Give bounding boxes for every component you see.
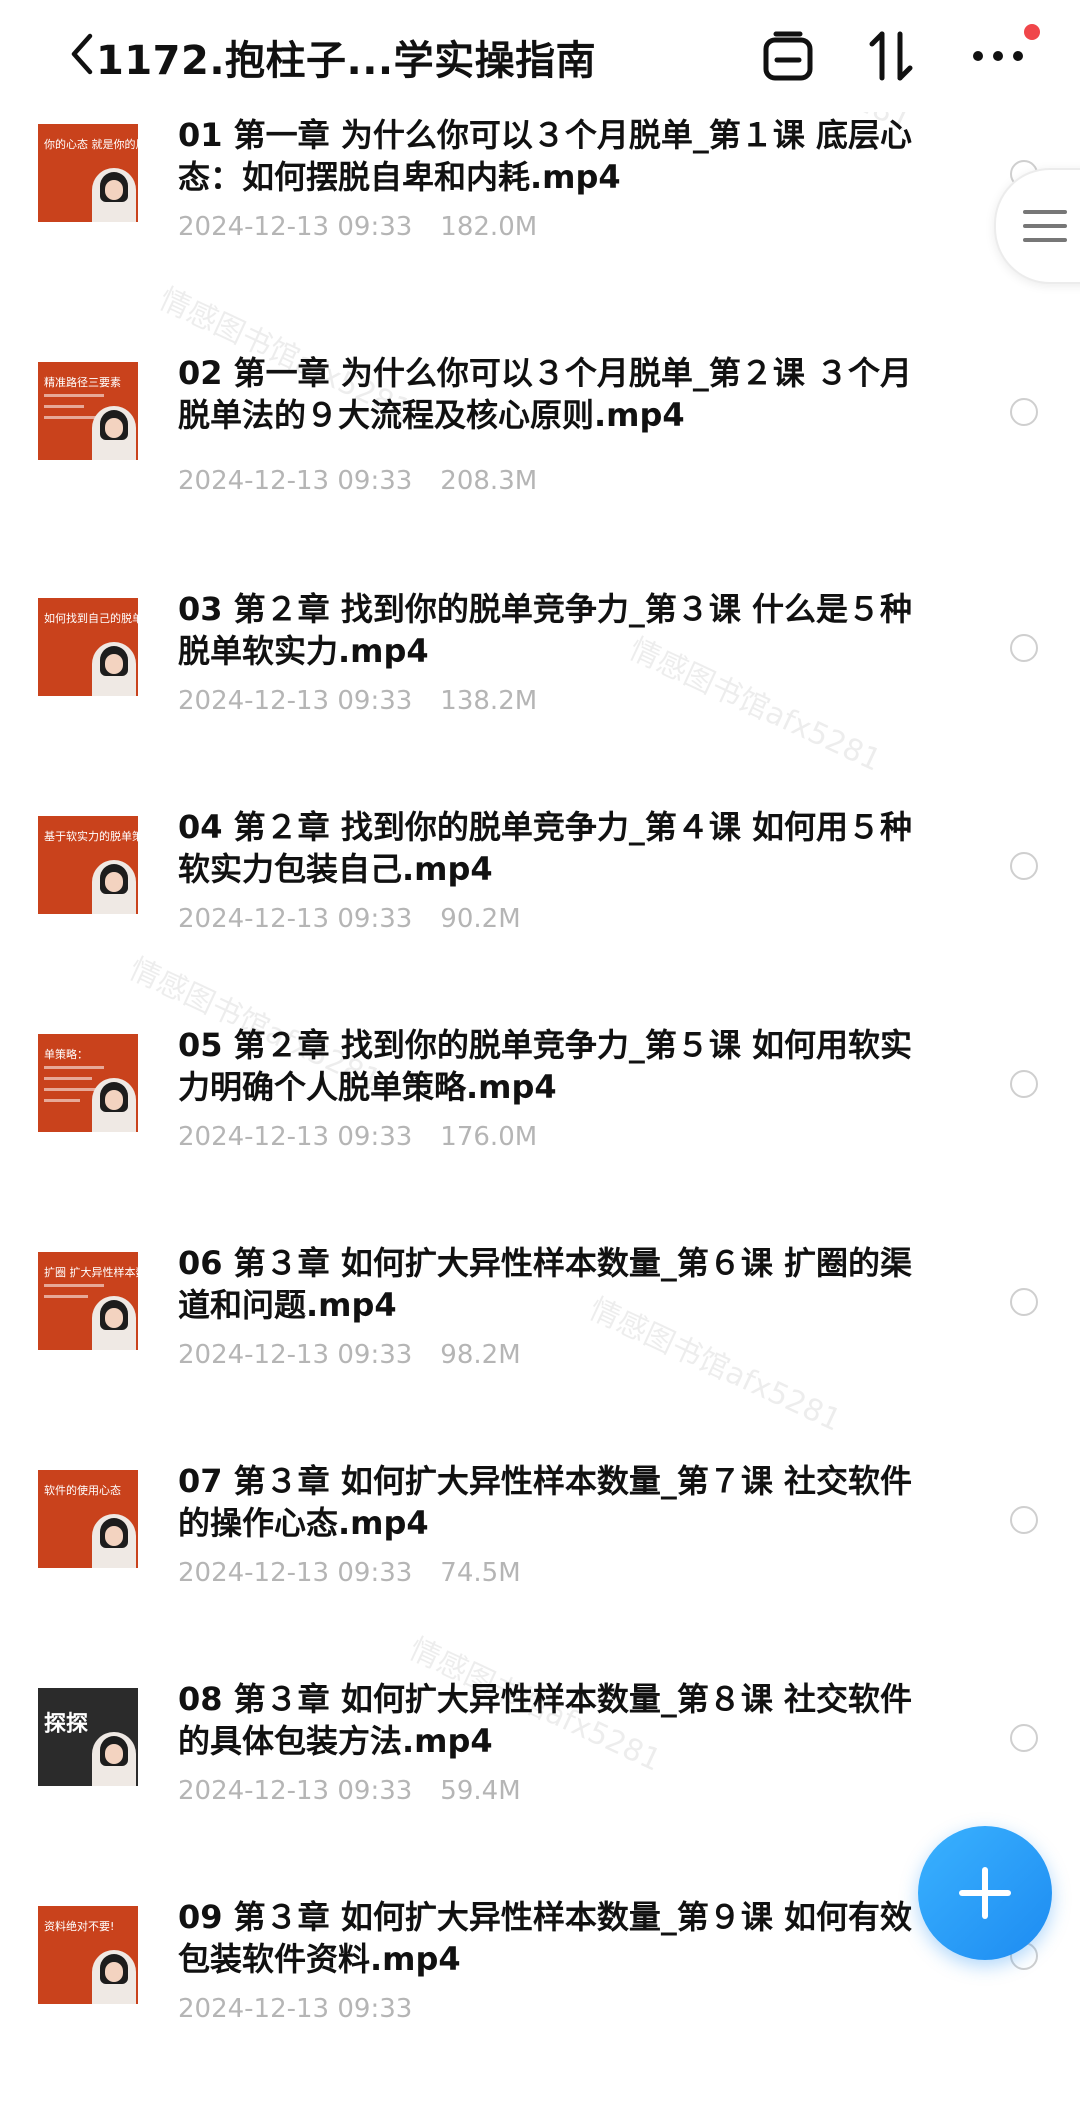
list-item[interactable]: 资料绝对不要! 09 第３章 如何扩大异性样本数量_第９课 如何有效包装软件资料…	[0, 1894, 1080, 2112]
page-title: 1172.抱柱子...学实操指南	[96, 38, 597, 84]
select-radio[interactable]	[1010, 1070, 1038, 1098]
chevron-left-icon[interactable]	[66, 30, 98, 78]
file-meta: 2024-12-13 09:33 98.2M	[178, 1340, 521, 1370]
list-item[interactable]: 你的心态 就是你的风水 01 第一章 为什么你可以３个月脱单_第１课 底层心态：…	[0, 112, 1080, 330]
plus-icon	[959, 1867, 1011, 1919]
file-name: 02 第一章 为什么你可以３个月脱单_第２课 ３个月脱单法的９大流程及核心原则.…	[178, 354, 912, 434]
thumbnail-caption: 探探	[44, 1712, 89, 1737]
thumbnail-caption: 软件的使用心态	[44, 1484, 121, 1497]
file-date: 2024-12-13 09:33	[178, 1776, 413, 1806]
thumbnail-caption: 精准路径三要素	[44, 376, 121, 389]
thumbnail-caption: 如何找到自己的脱单	[44, 612, 138, 625]
file-name: 09 第３章 如何扩大异性样本数量_第９课 如何有效包装软件资料.mp4	[178, 1898, 912, 1978]
video-thumbnail: 扩圈 扩大异性样本数量	[38, 1252, 138, 1350]
list-item[interactable]: 探探 08 第３章 如何扩大异性样本数量_第８课 社交软件的具体包装方法.mp4…	[0, 1676, 1080, 1894]
list-item[interactable]: 基于软实力的脱单策略 04 第２章 找到你的脱单竞争力_第４课 如何用５种软实力…	[0, 804, 1080, 1022]
file-date: 2024-12-13 09:33	[178, 686, 413, 716]
file-size: 98.2M	[440, 1340, 521, 1370]
video-thumbnail: 探探	[38, 1688, 138, 1786]
file-name: 01 第一章 为什么你可以３个月脱单_第１课 底层心态：如何摆脱自卑和内耗.mp…	[178, 116, 912, 196]
list-item[interactable]: 如何找到自己的脱单 03 第２章 找到你的脱单竞争力_第３课 什么是５种脱单软实…	[0, 586, 1080, 804]
thumbnail-caption: 扩圈 扩大异性样本数量	[44, 1266, 138, 1279]
list-item[interactable]: 扩圈 扩大异性样本数量 06 第３章 如何扩大异性样本数量_第６课 扩圈的渠道和…	[0, 1240, 1080, 1458]
presenter-avatar	[92, 1078, 136, 1132]
file-size: 59.4M	[440, 1776, 521, 1806]
file-size: 138.2M	[440, 686, 538, 716]
notification-dot	[1024, 24, 1040, 40]
presenter-avatar	[92, 1732, 136, 1786]
select-radio[interactable]	[1010, 1288, 1038, 1316]
file-date: 2024-12-13 09:33	[178, 212, 413, 242]
file-meta: 2024-12-13 09:33	[178, 1994, 440, 2024]
file-name: 05 第２章 找到你的脱单竞争力_第５课 如何用软实力明确个人脱单策略.mp4	[178, 1026, 912, 1106]
file-meta: 2024-12-13 09:33 182.0M	[178, 212, 537, 242]
list-item[interactable]: 单策略： 05 第２章 找到你的脱单竞争力_第５课 如何用软实力明确个人脱单策略…	[0, 1022, 1080, 1240]
video-thumbnail: 软件的使用心态	[38, 1470, 138, 1568]
list-item[interactable]: 软件的使用心态 07 第３章 如何扩大异性样本数量_第７课 社交软件的操作心态.…	[0, 1458, 1080, 1676]
clipboard-icon[interactable]	[760, 28, 816, 84]
file-meta: 2024-12-13 09:33 59.4M	[178, 1776, 521, 1806]
file-meta: 2024-12-13 09:33 208.3M	[178, 466, 537, 496]
select-radio[interactable]	[1010, 1506, 1038, 1534]
file-name: 06 第３章 如何扩大异性样本数量_第６课 扩圈的渠道和问题.mp4	[178, 1244, 912, 1324]
file-meta: 2024-12-13 09:33 90.2M	[178, 904, 521, 934]
file-size: 90.2M	[440, 904, 521, 934]
file-meta: 2024-12-13 09:33 176.0M	[178, 1122, 537, 1152]
file-name: 08 第３章 如何扩大异性样本数量_第８课 社交软件的具体包装方法.mp4	[178, 1680, 912, 1760]
file-name: 07 第３章 如何扩大异性样本数量_第７课 社交软件的操作心态.mp4	[178, 1462, 912, 1542]
presenter-avatar	[92, 1514, 136, 1568]
sort-arrows-icon[interactable]	[864, 28, 920, 84]
video-thumbnail: 精准路径三要素	[38, 362, 138, 460]
file-name: 03 第２章 找到你的脱单竞争力_第３课 什么是５种脱单软实力.mp4	[178, 590, 912, 670]
select-radio[interactable]	[1010, 1724, 1038, 1752]
thumbnail-caption: 基于软实力的脱单策略	[44, 830, 138, 843]
video-thumbnail: 基于软实力的脱单策略	[38, 816, 138, 914]
video-thumbnail: 单策略：	[38, 1034, 138, 1132]
file-meta: 2024-12-13 09:33 74.5M	[178, 1558, 521, 1588]
presenter-avatar	[92, 168, 136, 222]
top-bar: 1172.抱柱子...学实操指南	[0, 0, 1080, 112]
presenter-avatar	[92, 1296, 136, 1350]
video-thumbnail: 你的心态 就是你的风水	[38, 124, 138, 222]
select-radio[interactable]	[1010, 852, 1038, 880]
file-date: 2024-12-13 09:33	[178, 466, 413, 496]
file-size: 74.5M	[440, 1558, 521, 1588]
list-item[interactable]: 精准路径三要素 02 第一章 为什么你可以３个月脱单_第２课 ３个月脱单法的９大…	[0, 350, 1080, 568]
hamburger-menu-icon	[1023, 210, 1067, 242]
file-date: 2024-12-13 09:33	[178, 904, 413, 934]
file-size: 182.0M	[440, 212, 538, 242]
thumbnail-caption: 单策略：	[44, 1048, 88, 1061]
file-date: 2024-12-13 09:33	[178, 1994, 413, 2024]
file-meta: 2024-12-13 09:33 138.2M	[178, 686, 537, 716]
select-radio[interactable]	[1010, 634, 1038, 662]
presenter-avatar	[92, 1950, 136, 2004]
video-thumbnail: 资料绝对不要!	[38, 1906, 138, 2004]
add-button[interactable]	[918, 1826, 1052, 1960]
file-date: 2024-12-13 09:33	[178, 1558, 413, 1588]
thumbnail-caption: 资料绝对不要!	[44, 1920, 115, 1933]
file-size: 176.0M	[440, 1122, 538, 1152]
presenter-avatar	[92, 860, 136, 914]
presenter-avatar	[92, 642, 136, 696]
thumbnail-caption: 你的心态 就是你的风水	[44, 138, 138, 151]
more-dots-icon[interactable]	[970, 28, 1026, 84]
file-date: 2024-12-13 09:33	[178, 1122, 413, 1152]
video-thumbnail: 如何找到自己的脱单	[38, 598, 138, 696]
file-size: 208.3M	[440, 466, 538, 496]
select-radio[interactable]	[1010, 398, 1038, 426]
presenter-avatar	[92, 406, 136, 460]
file-name: 04 第２章 找到你的脱单竞争力_第４课 如何用５种软实力包装自己.mp4	[178, 808, 912, 888]
file-date: 2024-12-13 09:33	[178, 1340, 413, 1370]
